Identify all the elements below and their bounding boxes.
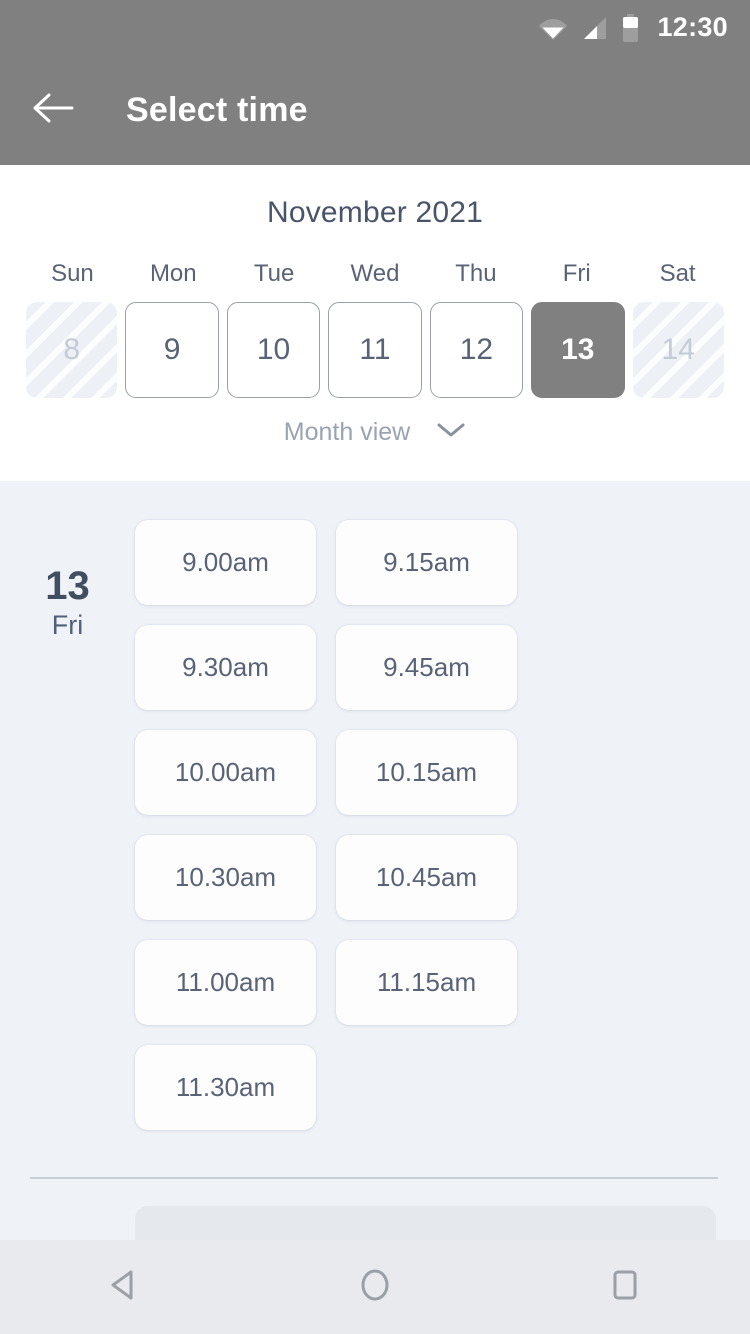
status-bar: 12:30: [0, 0, 750, 55]
nav-recents-button[interactable]: [565, 1240, 685, 1334]
weekday-tue: Tue: [253, 260, 295, 287]
time-slot[interactable]: 10.00am: [135, 730, 316, 815]
time-slot[interactable]: 9.45am: [336, 625, 517, 710]
calendar-weekday-header: Sun Mon Tue Wed Thu Fri Sat: [0, 260, 750, 288]
home-circle-icon: [354, 1264, 396, 1311]
back-arrow-icon: [32, 92, 74, 129]
time-slot[interactable]: 9.00am: [135, 520, 316, 605]
schedule-day-name: Fri: [51, 610, 84, 640]
weekday-wed: Wed: [350, 260, 400, 287]
page-title: Select time: [126, 90, 308, 129]
weekday-fri: Fri: [562, 260, 591, 287]
salon-closed-card: Salon closed: [135, 1206, 716, 1240]
calendar-day-cell[interactable]: 12: [429, 302, 524, 398]
time-slot[interactable]: 10.45am: [336, 835, 517, 920]
weekday-mon: Mon: [149, 260, 197, 287]
cell-signal-icon: [582, 15, 608, 41]
schedule-day-label: 14 Sun: [0, 1206, 135, 1240]
recents-square-icon: [604, 1264, 646, 1311]
calendar-panel: November 2021 Sun Mon Tue Wed Thu Fri Sa…: [0, 165, 750, 481]
chevron-down-icon: [436, 421, 466, 444]
schedule-day-group: 14 Sun Salon closed: [0, 1179, 750, 1240]
calendar-day-cell-selected[interactable]: 13: [531, 302, 625, 398]
time-slot[interactable]: 11.15am: [336, 940, 517, 1025]
weekday-sat: Sat: [659, 260, 696, 287]
calendar-day-cell: 8: [26, 302, 118, 398]
nav-back-button[interactable]: [65, 1240, 185, 1334]
month-view-label: Month view: [283, 418, 411, 446]
phone-screen: 12:30 Select time November 2021 Sun Mon …: [0, 0, 750, 1334]
schedule-day-group: 13 Fri 9.00am 9.15am 9.30am 9.45am 10.00…: [0, 481, 750, 1130]
time-slot[interactable]: 11.30am: [135, 1045, 316, 1130]
time-slot[interactable]: 10.30am: [135, 835, 316, 920]
month-view-toggle[interactable]: Month view: [0, 418, 750, 447]
status-bar-clock: 12:30: [657, 12, 728, 42]
weekday-sun: Sun: [51, 260, 94, 287]
schedule-content: 13 Fri 9.00am 9.15am 9.30am 9.45am 10.00…: [0, 481, 750, 1240]
time-slot[interactable]: 9.30am: [135, 625, 316, 710]
calendar-day-cell[interactable]: 11: [328, 302, 422, 398]
calendar-day-cell[interactable]: 9: [125, 302, 219, 398]
battery-icon: [622, 13, 639, 42]
time-slot[interactable]: 9.15am: [336, 520, 517, 605]
time-slot-grid: 9.00am 9.15am 9.30am 9.45am 10.00am 10.1…: [135, 520, 750, 1130]
calendar-day-row: 8 9 10 11 12 13 14: [0, 302, 750, 398]
time-slot[interactable]: 11.00am: [135, 940, 316, 1025]
calendar-day-cell[interactable]: 10: [226, 302, 321, 398]
calendar-day-cell: 14: [632, 302, 724, 398]
android-nav-bar: [0, 1240, 750, 1334]
back-button[interactable]: [22, 79, 84, 141]
calendar-month-title: November 2021: [266, 196, 484, 229]
wifi-icon: [538, 15, 568, 41]
app-bar: Select time: [0, 55, 750, 165]
back-triangle-icon: [104, 1264, 146, 1311]
time-slot[interactable]: 10.15am: [336, 730, 517, 815]
schedule-day-number: 13: [45, 564, 90, 608]
nav-home-button[interactable]: [315, 1240, 435, 1334]
weekday-thu: Thu: [455, 260, 497, 287]
schedule-day-label: 13 Fri: [0, 520, 135, 1130]
